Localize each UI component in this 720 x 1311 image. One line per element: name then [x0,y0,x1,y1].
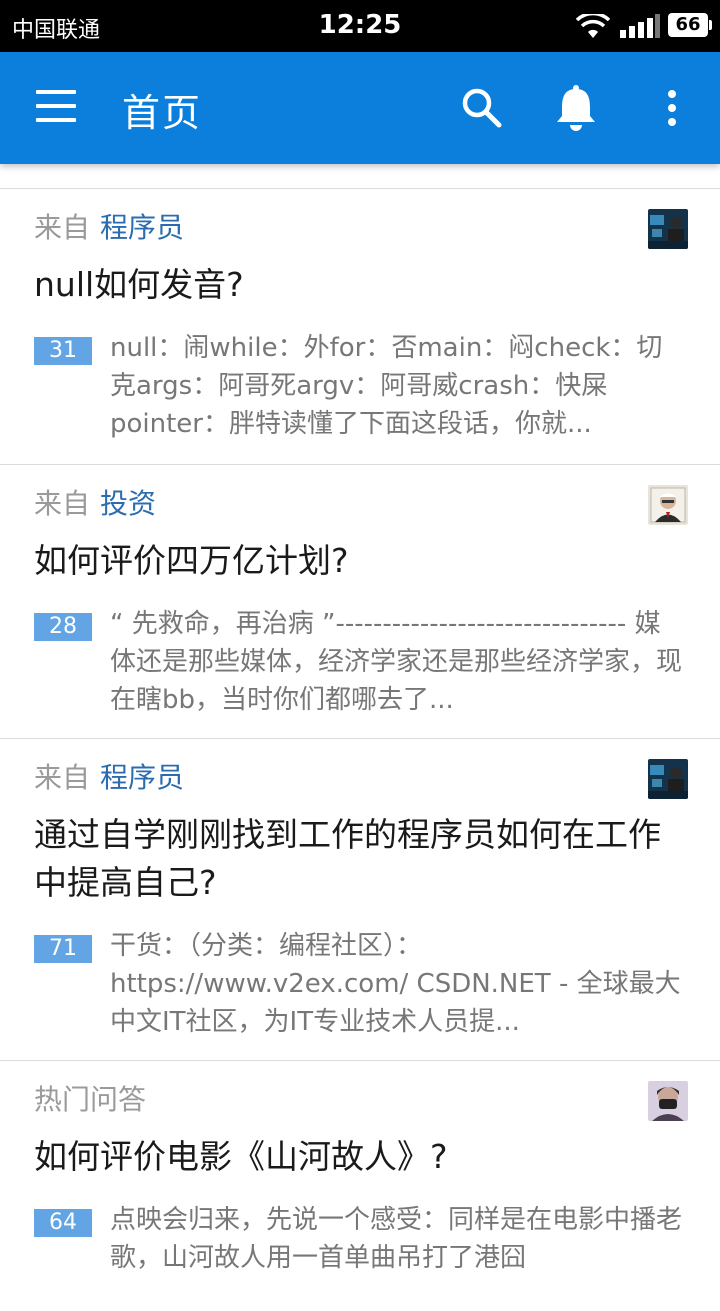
question-title[interactable]: 如何评价四万亿计划? [34,537,686,585]
programmer-avatar[interactable] [648,209,688,249]
feed-list: 来自 程序员 null如何发音? 31 null：闹while：外for：否mai… [0,164,720,1311]
programmer-avatar[interactable] [648,759,688,799]
answer-excerpt: “ 先救命，再治病 ”-----------------------------… [110,609,683,715]
question-title[interactable]: 通过自学刚刚找到工作的程序员如何在工作中提高自己? [34,811,686,907]
menu-icon[interactable] [36,90,76,124]
portrait-avatar[interactable] [648,485,688,525]
source-prefix: 来自 [34,761,91,794]
battery-indicator: 66 [668,13,712,37]
answer-preview[interactable]: 64 点映会归来，先说一个感受：同样是在电影中播老歌，山河故人用一首单曲吊打了港… [34,1201,686,1277]
question-title[interactable]: 如何评价电影《山河故人》? [34,1133,686,1181]
vote-count-badge: 28 [34,613,92,641]
answer-preview[interactable]: 31 null：闹while：外for：否main：闷check：切克args：… [34,329,686,443]
feed-card[interactable]: 来自 程序员 通过自学刚刚找到工作的程序员如何在工作中提高自己? 71 干货：（分… [0,739,720,1061]
answer-excerpt: 点映会归来，先说一个感受：同样是在电影中播老歌，山河故人用一首单曲吊打了港囧 [110,1205,683,1273]
answer-excerpt: 干货：（分类：编程社区）：https://www.v2ex.com/ CSDN.… [110,931,681,1037]
bell-icon[interactable] [554,84,598,132]
answer-preview[interactable]: 28 “ 先救命，再治病 ”--------------------------… [34,605,686,719]
answer-excerpt: null：闹while：外for：否main：闷check：切克args：阿哥死… [110,333,663,439]
answer-preview[interactable]: 71 干货：（分类：编程社区）：https://www.v2ex.com/ CS… [34,927,686,1041]
clock: 12:25 [318,10,402,40]
topic-link[interactable]: 程序员 [100,211,184,244]
feed-card[interactable]: 热门问答 如何评价电影《山河故人》? 64 点映会归来，先说一个感受：同样是在电… [0,1061,720,1311]
source-prefix: 来自 [34,211,91,244]
feed-card[interactable]: 来自 程序员 null如何发音? 31 null：闹while：外for：否mai… [0,189,720,465]
masked-person-avatar[interactable] [648,1081,688,1121]
topic-link[interactable]: 投资 [100,487,156,520]
search-icon[interactable] [460,86,504,130]
app-bar: 首页 [0,52,720,164]
feed-card[interactable]: 来自 投资 如何评价四万亿计划? 28 “ 先救命，再治病 ”----------… [0,465,720,739]
previous-card-edge [0,164,720,189]
vote-count-badge: 64 [34,1209,92,1237]
status-bar: 中国联通 12:25 66 [0,0,720,52]
source-prefix: 来自 [34,487,91,520]
card-source: 来自 程序员 [34,759,686,797]
more-options-icon[interactable] [650,86,694,130]
card-source: 来自 投资 [34,485,686,523]
vote-count-badge: 31 [34,337,92,365]
topic-link[interactable]: 程序员 [100,761,184,794]
card-source: 热门问答 [34,1081,686,1119]
question-title[interactable]: null如何发音? [34,261,686,309]
card-source: 来自 程序员 [34,209,686,247]
vote-count-badge: 71 [34,935,92,963]
wifi-icon [576,14,610,38]
source-label: 热门问答 [34,1083,147,1116]
signal-icon [620,14,660,38]
page-title: 首页 [122,91,203,135]
